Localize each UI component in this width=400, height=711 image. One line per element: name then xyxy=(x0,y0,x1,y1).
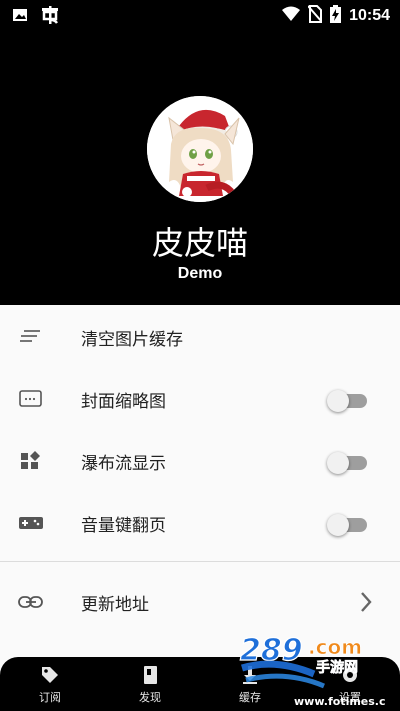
status-time: 10:54 xyxy=(349,7,390,24)
bug-icon xyxy=(40,5,60,29)
user-name: 皮皮喵 xyxy=(151,224,248,262)
gamepad-icon xyxy=(18,511,44,535)
status-bar: 10:54 xyxy=(0,0,400,30)
settings-item-cover-thumbnail[interactable]: 封面缩略图 xyxy=(0,368,400,430)
settings-item-label: 更新地址 xyxy=(81,595,149,615)
image-icon xyxy=(12,7,28,27)
avatar[interactable] xyxy=(147,96,253,202)
watermark-logo: 289 .com 手游网 www.fotimes.com xyxy=(236,628,400,708)
no-sim-icon xyxy=(307,5,323,27)
settings-item-label: 瀑布流显示 xyxy=(81,454,166,474)
nav-discover[interactable]: 发现 xyxy=(100,657,200,711)
svg-text:www.fotimes.com: www.fotimes.com xyxy=(294,695,386,708)
nav-label: 发现 xyxy=(139,691,161,704)
profile-header: 皮皮喵 Demo xyxy=(0,30,400,305)
svg-text:.com: .com xyxy=(308,635,362,659)
settings-item-update-url[interactable]: 更新地址 xyxy=(0,571,400,633)
book-icon xyxy=(140,665,160,685)
settings-item-label: 音量键翻页 xyxy=(81,516,166,536)
nav-subscribe[interactable]: 订阅 xyxy=(0,657,100,711)
battery-charging-icon xyxy=(330,5,342,27)
settings-item-label: 封面缩略图 xyxy=(81,392,166,412)
cover-thumbnail-toggle[interactable] xyxy=(327,390,369,412)
settings-item-clear-cache[interactable]: 清空图片缓存 xyxy=(0,306,400,368)
chevron-right-icon xyxy=(358,589,374,615)
user-subtitle: Demo xyxy=(177,265,223,282)
settings-item-waterfall[interactable]: 瀑布流显示 xyxy=(0,430,400,492)
settings-item-volume-key[interactable]: 音量键翻页 xyxy=(0,492,400,554)
tag-icon xyxy=(40,665,60,685)
dashboard-icon xyxy=(18,449,44,473)
svg-text:手游网: 手游网 xyxy=(316,659,358,676)
clear-list-icon xyxy=(18,325,44,349)
wifi-icon xyxy=(282,6,301,26)
settings-item-label: 清空图片缓存 xyxy=(81,330,183,350)
thumbnail-icon xyxy=(18,387,44,411)
waterfall-toggle[interactable] xyxy=(327,452,369,474)
nav-label: 订阅 xyxy=(39,691,61,704)
divider xyxy=(0,561,400,562)
link-icon xyxy=(18,590,44,614)
volume-key-toggle[interactable] xyxy=(327,514,369,536)
